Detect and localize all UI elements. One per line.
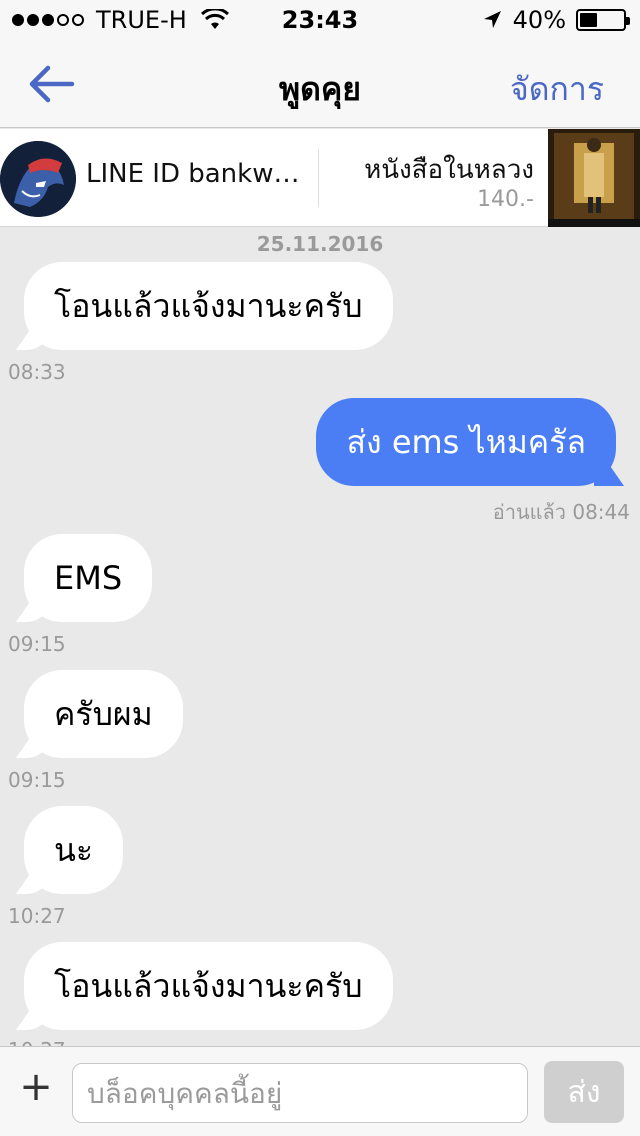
message-time: 09:15 <box>8 768 66 792</box>
message-bubble-incoming[interactable]: นะ <box>24 806 124 894</box>
nav-bar: พูดคุย จัดการ <box>0 40 640 128</box>
status-right: 40% <box>481 6 630 34</box>
product-price: 140.- <box>477 187 534 212</box>
send-button[interactable]: ส่ง <box>544 1061 624 1123</box>
manage-button[interactable]: จัดการ <box>510 64 604 115</box>
date-separator: 25.11.2016 <box>256 232 384 256</box>
message-time: 09:15 <box>8 632 66 656</box>
input-bar: + ส่ง <box>0 1046 640 1136</box>
message-time: 10:27 <box>8 1038 66 1046</box>
chat-area[interactable]: 25.11.2016 โอนแล้วแจ้งมานะครับ 08:33 ส่ง… <box>0 228 640 1046</box>
message-bubble-incoming[interactable]: โอนแล้วแจ้งมานะครับ <box>24 262 393 350</box>
captain-avatar-icon <box>0 141 76 217</box>
product-thumbnail[interactable] <box>548 129 640 227</box>
product-name[interactable]: หนังสือในหลวง <box>364 149 534 190</box>
banner-divider <box>318 149 319 207</box>
message-bubble-incoming[interactable]: โอนแล้วแจ้งมานะครับ <box>24 942 393 1030</box>
product-banner[interactable]: LINE ID bankw… หนังสือในหลวง 140.- <box>0 129 640 227</box>
seller-name[interactable]: LINE ID bankw… <box>86 159 299 189</box>
back-arrow-icon[interactable] <box>28 62 76 106</box>
message-bubble-incoming[interactable]: ครับผม <box>24 670 183 758</box>
message-time: 08:33 <box>8 360 66 384</box>
battery-icon <box>576 9 630 31</box>
status-bar: TRUE-H 23:43 40% <box>0 0 640 40</box>
message-input[interactable] <box>72 1063 528 1123</box>
book-cover-image <box>548 129 640 227</box>
message-read-time: อ่านแล้ว 08:44 <box>492 500 630 524</box>
battery-percent: 40% <box>512 6 566 34</box>
location-arrow-icon <box>483 11 501 28</box>
battery-level <box>580 13 597 27</box>
plus-icon[interactable]: + <box>18 1067 54 1109</box>
seller-avatar[interactable] <box>0 141 76 217</box>
message-bubble-outgoing[interactable]: ส่ง ems ไหมครัล <box>316 398 616 486</box>
message-bubble-incoming[interactable]: EMS <box>24 534 153 622</box>
message-time: 10:27 <box>8 904 66 928</box>
